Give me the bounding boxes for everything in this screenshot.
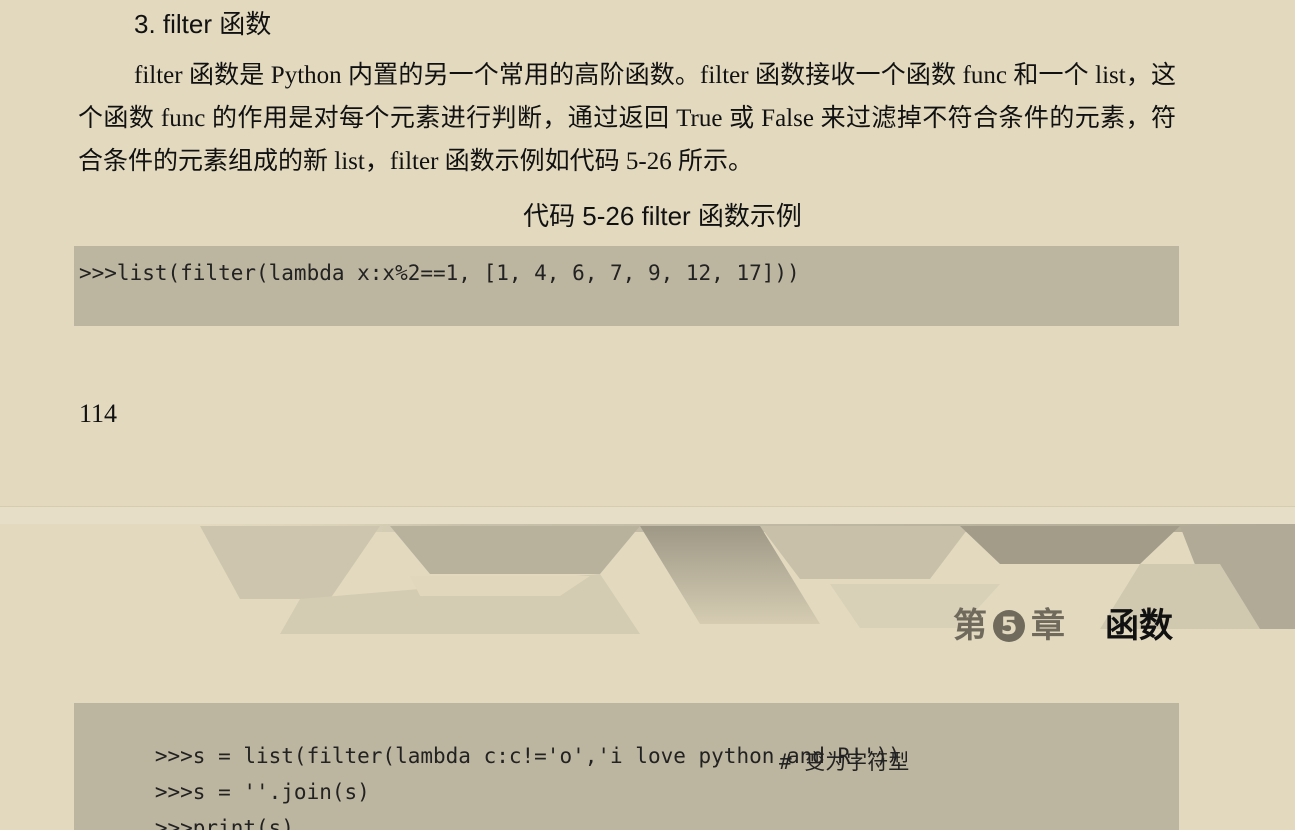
page-115: 第 5 章 函数 >>>s = list(filter(lambda c:c!=… [0, 524, 1295, 830]
page-114: 3. filter 函数 filter 函数是 Python 内置的另一个常用的… [0, 0, 1295, 506]
code-line: >>>s = list(filter(lambda c:c!='o','i lo… [79, 711, 1179, 768]
code-text: >>>print(s) [154, 816, 294, 830]
code-block-5-26: >>>list(filter(lambda x:x%2==1, [1, 4, 6… [74, 246, 1179, 326]
page-separator [0, 506, 1295, 525]
chapter-name: 函数 [1105, 606, 1173, 646]
code-block-continued: >>>s = list(filter(lambda c:c!='o','i lo… [74, 703, 1179, 830]
code-line: >>>list(filter(lambda x:x%2==1, [1, 4, 6… [79, 261, 800, 285]
code-line: >>>s = ''.join(s) # 变为字符型 [79, 747, 1179, 804]
chapter-header: 第 5 章 函数 [953, 604, 1173, 648]
chapter-suffix: 章 [1031, 606, 1065, 646]
body-paragraph: filter 函数是 Python 内置的另一个常用的高阶函数。filter 函… [78, 62, 1176, 175]
chapter-prefix: 第 [953, 606, 987, 646]
code-comment: # 变为字符型 [779, 750, 910, 774]
code-line: >>>print(s) [79, 783, 1179, 830]
chapter-number-badge: 5 [993, 610, 1025, 642]
section-heading: 3. filter 函数 [134, 9, 272, 39]
page-number: 114 [79, 399, 118, 428]
code-caption: 代码 5-26 filter 函数示例 [523, 201, 802, 231]
